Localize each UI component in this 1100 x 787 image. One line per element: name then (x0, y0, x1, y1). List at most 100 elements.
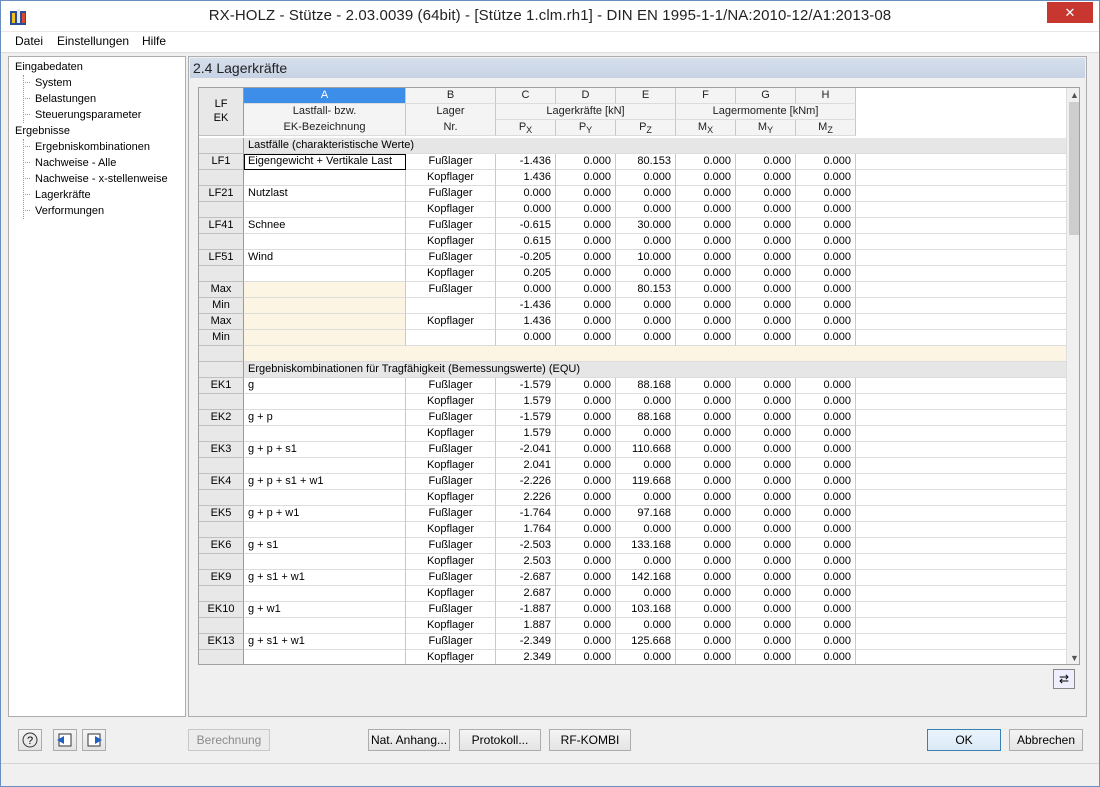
value-cell[interactable]: 0.000 (676, 602, 736, 618)
value-cell[interactable]: 0.000 (616, 186, 676, 202)
designation-cell[interactable] (244, 298, 406, 314)
value-cell[interactable]: 0.000 (556, 490, 616, 506)
value-cell[interactable]: 0.000 (676, 186, 736, 202)
value-cell[interactable]: 0.000 (736, 634, 796, 650)
value-cell[interactable]: 10.000 (616, 250, 676, 266)
value-cell[interactable]: 2.349 (496, 650, 556, 664)
value-cell[interactable]: 0.000 (556, 522, 616, 538)
value-cell[interactable]: 0.000 (676, 234, 736, 250)
row-id[interactable] (199, 266, 244, 282)
value-cell[interactable]: 0.000 (616, 554, 676, 570)
value-cell[interactable]: 0.000 (796, 410, 856, 426)
support-cell[interactable]: Fußlager (406, 602, 496, 618)
row-id[interactable] (199, 234, 244, 250)
row-id[interactable]: EK3 (199, 442, 244, 458)
value-cell[interactable]: 2.687 (496, 586, 556, 602)
value-cell[interactable]: 1.764 (496, 522, 556, 538)
value-cell[interactable]: -1.764 (496, 506, 556, 522)
value-cell[interactable]: 0.000 (676, 506, 736, 522)
value-cell[interactable]: 0.000 (616, 298, 676, 314)
row-id[interactable]: Max (199, 282, 244, 298)
value-cell[interactable]: 30.000 (616, 218, 676, 234)
value-cell[interactable]: 0.000 (676, 330, 736, 346)
value-cell[interactable]: 0.000 (796, 586, 856, 602)
value-cell[interactable]: 0.000 (616, 330, 676, 346)
value-cell[interactable]: 0.000 (556, 394, 616, 410)
value-cell[interactable]: 1.579 (496, 394, 556, 410)
value-cell[interactable]: 0.000 (736, 186, 796, 202)
value-cell[interactable]: 0.000 (616, 586, 676, 602)
value-cell[interactable]: 0.000 (796, 394, 856, 410)
value-cell[interactable]: 133.168 (616, 538, 676, 554)
value-cell[interactable]: 0.000 (796, 602, 856, 618)
designation-cell[interactable]: g + s1 (244, 538, 406, 554)
support-cell[interactable]: Fußlager (406, 506, 496, 522)
row-id[interactable]: EK6 (199, 538, 244, 554)
support-cell[interactable]: Kopflager (406, 650, 496, 664)
support-cell[interactable] (406, 298, 496, 314)
value-cell[interactable]: 0.000 (676, 202, 736, 218)
value-cell[interactable]: 0.000 (676, 170, 736, 186)
support-cell[interactable]: Kopflager (406, 554, 496, 570)
support-cell[interactable]: Kopflager (406, 266, 496, 282)
value-cell[interactable]: -1.579 (496, 410, 556, 426)
protocol-button[interactable]: Protokoll... (459, 729, 541, 751)
value-cell[interactable]: 0.000 (616, 522, 676, 538)
row-id[interactable]: Min (199, 330, 244, 346)
value-cell[interactable]: 1.436 (496, 170, 556, 186)
value-cell[interactable]: 0.000 (616, 170, 676, 186)
value-cell[interactable]: 0.000 (796, 554, 856, 570)
designation-cell[interactable] (244, 554, 406, 570)
value-cell[interactable]: 0.000 (496, 186, 556, 202)
scroll-up-icon[interactable]: ▲ (1067, 88, 1079, 102)
scrollbar-thumb[interactable] (1069, 102, 1079, 235)
designation-cell[interactable]: g (244, 378, 406, 394)
value-cell[interactable]: 0.000 (556, 218, 616, 234)
value-cell[interactable]: 0.000 (616, 234, 676, 250)
value-cell[interactable]: 0.000 (796, 490, 856, 506)
value-cell[interactable]: 0.000 (736, 170, 796, 186)
value-cell[interactable]: -1.887 (496, 602, 556, 618)
value-cell[interactable]: 0.000 (736, 490, 796, 506)
value-cell[interactable]: 0.000 (676, 458, 736, 474)
designation-cell[interactable] (244, 282, 406, 298)
designation-cell[interactable] (244, 618, 406, 634)
value-cell[interactable]: 0.000 (556, 650, 616, 664)
value-cell[interactable]: 0.615 (496, 234, 556, 250)
value-cell[interactable]: 0.000 (676, 250, 736, 266)
value-cell[interactable]: 0.000 (736, 314, 796, 330)
value-cell[interactable]: 0.000 (556, 170, 616, 186)
support-cell[interactable]: Kopflager (406, 394, 496, 410)
support-cell[interactable] (406, 330, 496, 346)
value-cell[interactable]: 0.000 (736, 474, 796, 490)
value-cell[interactable]: 0.000 (796, 154, 856, 170)
support-cell[interactable]: Fußlager (406, 634, 496, 650)
support-cell[interactable]: Fußlager (406, 186, 496, 202)
value-cell[interactable]: -2.687 (496, 570, 556, 586)
designation-cell[interactable]: g + p + s1 (244, 442, 406, 458)
value-cell[interactable]: 0.205 (496, 266, 556, 282)
menu-einstellungen[interactable]: Einstellungen (57, 34, 129, 48)
value-cell[interactable]: -1.579 (496, 378, 556, 394)
designation-cell[interactable]: Eigengewicht + Vertikale Last (244, 154, 406, 170)
designation-cell[interactable]: Wind (244, 250, 406, 266)
value-cell[interactable]: 0.000 (796, 426, 856, 442)
support-cell[interactable]: Fußlager (406, 154, 496, 170)
cancel-button[interactable]: Abbrechen (1009, 729, 1083, 751)
tree-item-support-forces[interactable]: Lagerkräfte (35, 187, 91, 203)
value-cell[interactable]: 0.000 (796, 282, 856, 298)
value-cell[interactable]: 0.000 (736, 538, 796, 554)
designation-cell[interactable]: Schnee (244, 218, 406, 234)
value-cell[interactable]: 0.000 (796, 634, 856, 650)
value-cell[interactable]: 0.000 (796, 266, 856, 282)
support-cell[interactable]: Fußlager (406, 570, 496, 586)
tree-item-system[interactable]: System (35, 75, 72, 91)
value-cell[interactable]: 0.000 (556, 330, 616, 346)
value-cell[interactable]: 0.000 (736, 426, 796, 442)
value-cell[interactable]: 0.000 (736, 282, 796, 298)
row-id[interactable]: EK2 (199, 410, 244, 426)
value-cell[interactable]: 0.000 (676, 426, 736, 442)
row-id[interactable]: LF1 (199, 154, 244, 170)
row-id[interactable] (199, 554, 244, 570)
value-cell[interactable]: 0.000 (796, 618, 856, 634)
